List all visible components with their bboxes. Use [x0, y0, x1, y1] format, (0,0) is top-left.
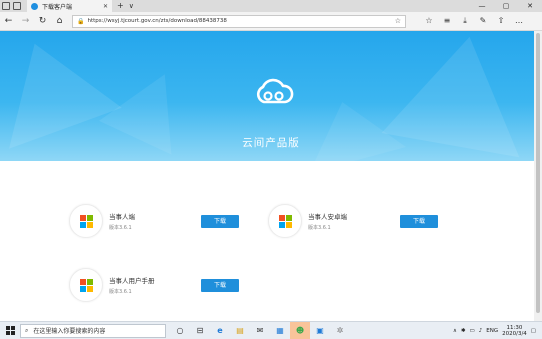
taskbar: ⌕ 在这里输入你要搜索的内容 ○ ⊟ e ▤ ✉ ▦ ☻ ▣ ✲ ∧ ✱ ▭ ♪… [0, 321, 542, 339]
cortana-icon[interactable]: ○ [170, 322, 190, 339]
lock-icon: 🔒 [77, 17, 85, 25]
settings-app-icon[interactable]: ✲ [330, 322, 350, 339]
tab-title: 下载客户端 [42, 3, 73, 11]
tab-strip: 下载客户端 ✕ + ∨ — ▢ ✕ [0, 0, 542, 12]
share-icon[interactable]: ⇧ [492, 16, 510, 26]
product-info: 当事人用户手册 版本3.6.1 [109, 275, 201, 295]
downloads-icon[interactable]: ⤓ [456, 16, 474, 26]
scrollbar-thumb[interactable] [536, 33, 540, 313]
cloud-logo-icon [256, 78, 294, 104]
mail-icon[interactable]: ✉ [250, 322, 270, 339]
volume-icon[interactable]: ♪ [479, 328, 483, 334]
tab-preview-icon[interactable] [2, 2, 10, 10]
forward-button[interactable]: → [17, 16, 34, 26]
address-bar[interactable]: 🔒 https://wsyj.tjcourt.gov.cn/zts/downlo… [72, 14, 406, 28]
wechat-icon[interactable]: ☻ [290, 322, 310, 339]
hero-title: 云间产品版 [242, 137, 300, 149]
search-icon: ⌕ [25, 326, 29, 334]
refresh-button[interactable]: ↻ [34, 16, 51, 26]
download-list: 当事人端 版本3.6.1 下载 当事人安卓端 版本3.6.1 下载 当事人用户手… [0, 161, 542, 321]
page-scrollbar[interactable] [534, 31, 542, 321]
product-version: 版本3.6.1 [308, 225, 331, 231]
system-tray: ∧ ✱ ▭ ♪ ENG 11:30 2020/3/4 ▢ [453, 322, 536, 339]
taskbar-apps: ○ ⊟ e ▤ ✉ ▦ ☻ ▣ ✲ [170, 322, 350, 339]
window-controls: — ▢ ✕ [470, 0, 542, 12]
windows-start-icon [5, 326, 15, 335]
product-logo [69, 204, 103, 238]
browser-toolbar: ☆ ≡ ⤓ ✎ ⇧ … [420, 16, 528, 26]
maximize-button[interactable]: ▢ [494, 0, 518, 12]
product-version: 版本3.6.1 [109, 225, 132, 231]
hero-banner: 云间产品版 [0, 31, 542, 161]
download-button[interactable]: 下载 [201, 278, 239, 292]
tab-active[interactable]: 下载客户端 ✕ [27, 0, 112, 12]
product-card: 当事人端 版本3.6.1 下载 [69, 204, 239, 238]
web-note-icon[interactable]: ✎ [474, 16, 492, 26]
start-button[interactable] [0, 326, 20, 335]
search-placeholder: 在这里输入你要搜索的内容 [33, 328, 106, 335]
product-logo [268, 204, 302, 238]
notification-icon[interactable]: ▢ [531, 328, 536, 334]
set-aside-tabs-icon[interactable] [13, 2, 21, 10]
network-icon[interactable]: ▭ [470, 328, 475, 334]
product-name: 当事人端 [109, 213, 135, 221]
favorite-star-icon[interactable]: ☆ [395, 17, 401, 25]
taskbar-search-box[interactable]: ⌕ 在这里输入你要搜索的内容 [20, 323, 166, 338]
tab-dropdown-icon[interactable]: ∨ [129, 0, 134, 12]
tray-expand-icon[interactable]: ∧ [453, 328, 457, 334]
hub-icon[interactable]: ≡ [438, 16, 456, 26]
taskbar-clock[interactable]: 11:30 2020/3/4 [502, 325, 527, 338]
navigation-bar: ← → ↻ ⌂ 🔒 https://wsyj.tjcourt.gov.cn/zt… [0, 12, 542, 31]
store-icon[interactable]: ▦ [270, 322, 290, 339]
tab-close-icon[interactable]: ✕ [103, 3, 108, 10]
product-card: 当事人用户手册 版本3.6.1 下载 [69, 268, 239, 302]
download-button[interactable]: 下载 [201, 214, 239, 228]
new-tab-button[interactable]: + [117, 0, 124, 12]
minimize-button[interactable]: — [470, 0, 494, 12]
language-indicator[interactable]: ENG [486, 328, 498, 334]
download-button[interactable]: 下载 [400, 214, 438, 228]
more-icon[interactable]: … [510, 16, 528, 26]
product-info: 当事人安卓端 版本3.6.1 [308, 211, 400, 231]
product-card: 当事人安卓端 版本3.6.1 下载 [268, 204, 438, 238]
decorative-triangle [293, 89, 407, 161]
bluetooth-icon[interactable]: ✱ [461, 328, 466, 334]
product-name: 当事人安卓端 [308, 213, 347, 221]
file-explorer-icon[interactable]: ▤ [230, 322, 250, 339]
windows-logo-icon [79, 278, 93, 292]
product-info: 当事人端 版本3.6.1 [109, 211, 201, 231]
clock-date: 2020/3/4 [502, 331, 527, 337]
product-name: 当事人用户手册 [109, 277, 155, 285]
windows-logo-icon [278, 214, 292, 228]
windows-logo-icon [79, 214, 93, 228]
product-logo [69, 268, 103, 302]
tab-actions [0, 0, 21, 12]
product-version: 版本3.6.1 [109, 289, 132, 295]
page-favicon-icon [31, 2, 38, 10]
task-view-icon[interactable]: ⊟ [190, 322, 210, 339]
close-window-button[interactable]: ✕ [518, 0, 542, 12]
home-button[interactable]: ⌂ [51, 16, 68, 26]
url-text: https://wsyj.tjcourt.gov.cn/zts/download… [87, 18, 227, 24]
back-button[interactable]: ← [0, 16, 17, 26]
favorites-icon[interactable]: ☆ [420, 16, 438, 26]
edge-browser-icon[interactable]: e [210, 322, 230, 339]
decorative-triangle [0, 31, 122, 149]
app-window-icon[interactable]: ▣ [310, 322, 330, 339]
